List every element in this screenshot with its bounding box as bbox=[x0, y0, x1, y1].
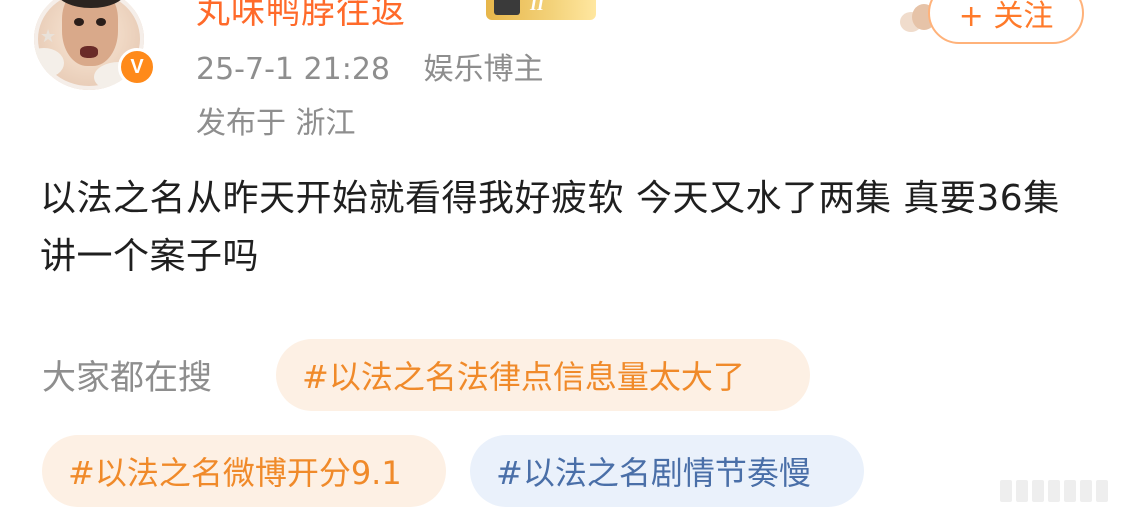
username[interactable]: 丸味鸭脖往返 bbox=[196, 0, 406, 33]
avatar-mouth bbox=[80, 46, 98, 58]
hot-search-chip[interactable]: #以法之名法律点信息量太大了 bbox=[276, 339, 810, 411]
post-timestamp: 25-7-1 21:28 bbox=[196, 52, 390, 87]
user-category: 娱乐博主 bbox=[423, 52, 544, 87]
hot-search-title: 大家都在搜 bbox=[42, 358, 212, 398]
crown-level-icon[interactable]: II bbox=[486, 0, 596, 20]
avatar-container[interactable]: ★ V bbox=[30, 0, 158, 92]
post-meta: 25-7-1 21:28 娱乐博主 bbox=[196, 44, 544, 88]
follow-button[interactable]: + 关注 bbox=[928, 0, 1084, 44]
avatar-eye bbox=[74, 18, 84, 26]
post-body: 以法之名从昨天开始就看得我好疲软 今天又水了两集 真要36集讲一个案子吗 bbox=[40, 178, 1060, 277]
hot-search-chip[interactable]: #以法之名微博开分9.1 bbox=[42, 435, 446, 507]
verified-v-badge-icon: V bbox=[118, 48, 156, 86]
hot-search-chip[interactable]: #以法之名剧情节奏慢 bbox=[470, 435, 864, 507]
post-location: 发布于 浙江 bbox=[196, 106, 356, 141]
level-number: II bbox=[530, 0, 545, 14]
star-icon: ★ bbox=[40, 26, 57, 47]
crown-icon bbox=[494, 0, 520, 15]
watermark-icon bbox=[1000, 480, 1114, 504]
avatar-eye bbox=[96, 18, 106, 26]
follow-area: + 关注 bbox=[898, 0, 1090, 46]
avatar-cloud-decor bbox=[34, 48, 64, 78]
